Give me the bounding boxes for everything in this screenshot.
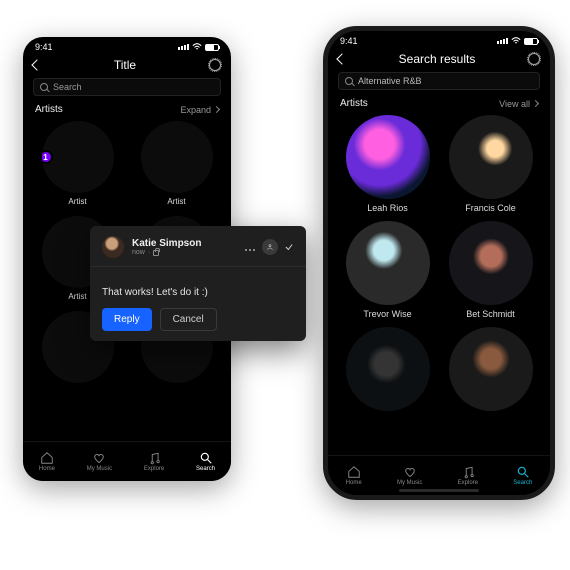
- tab-search[interactable]: Search: [196, 451, 215, 472]
- tab-home[interactable]: Home: [346, 465, 362, 486]
- chevron-right-icon: [532, 100, 539, 107]
- back-button[interactable]: [31, 59, 42, 70]
- avatar[interactable]: [102, 236, 124, 258]
- section-title: Artists: [35, 104, 63, 115]
- search-input[interactable]: Search: [33, 78, 221, 96]
- search-icon: [40, 83, 48, 91]
- home-icon: [40, 451, 54, 465]
- music-note-icon: [147, 451, 161, 465]
- search-icon: [516, 465, 530, 479]
- rank-badge: 1: [42, 150, 53, 164]
- artist-cell[interactable]: Francis Cole: [445, 115, 536, 213]
- artist-cell[interactable]: [342, 327, 433, 415]
- music-note-icon: [461, 465, 475, 479]
- tab-explore[interactable]: Explore: [458, 465, 478, 486]
- artist-cell[interactable]: 1 Artist: [35, 121, 120, 206]
- status-bar: 9:41: [23, 37, 231, 54]
- status-time: 9:41: [35, 42, 53, 52]
- tab-explore[interactable]: Explore: [144, 451, 164, 472]
- resolve-button[interactable]: [284, 242, 294, 252]
- tab-search[interactable]: Search: [513, 465, 532, 486]
- tab-my-music[interactable]: My Music: [397, 465, 422, 486]
- search-icon: [345, 77, 353, 85]
- expand-button[interactable]: Expand: [180, 105, 219, 115]
- tab-bar: Home My Music Explore Search: [23, 441, 231, 481]
- back-button[interactable]: [336, 53, 347, 64]
- avatar: [346, 327, 430, 411]
- tab-my-music[interactable]: My Music: [87, 451, 112, 472]
- avatar: [449, 115, 533, 199]
- status-bar: 9:41: [328, 31, 550, 48]
- cancel-button[interactable]: Cancel: [160, 308, 217, 331]
- comment-author: Katie Simpson: [132, 238, 201, 249]
- battery-icon: [205, 44, 219, 51]
- wifi-icon: [511, 37, 521, 45]
- more-icon[interactable]: [244, 238, 256, 256]
- page-title: Search results: [399, 52, 476, 66]
- heart-icon: [92, 451, 106, 465]
- battery-icon: [524, 38, 538, 45]
- settings-icon[interactable]: [528, 53, 540, 65]
- tab-home[interactable]: Home: [39, 451, 55, 472]
- artist-cell[interactable]: Trevor Wise: [342, 221, 433, 319]
- wifi-icon: [192, 43, 202, 51]
- search-value: Alternative R&B: [358, 76, 422, 86]
- signal-icon: [178, 44, 189, 50]
- status-time: 9:41: [340, 36, 358, 46]
- artist-label: Leah Rios: [367, 203, 408, 213]
- signal-icon: [497, 38, 508, 44]
- avatar: [449, 221, 533, 305]
- artist-label: Bet Schmidt: [466, 309, 515, 319]
- avatar: [449, 327, 533, 411]
- artist-label: Francis Cole: [465, 203, 516, 213]
- artist-cell[interactable]: Leah Rios: [342, 115, 433, 213]
- home-icon: [347, 465, 361, 479]
- phone-right: 9:41 Search results Alternative R&B Arti…: [323, 26, 555, 500]
- comment-card: Katie Simpson now · That works! Let's do…: [90, 226, 306, 341]
- artist-label: Artist: [68, 292, 86, 301]
- artist-cell[interactable]: Bet Schmidt: [445, 221, 536, 319]
- home-indicator[interactable]: [399, 489, 479, 492]
- avatar: [346, 115, 430, 199]
- assign-button[interactable]: [262, 239, 278, 255]
- person-icon: [266, 243, 274, 251]
- section-title: Artists: [340, 98, 368, 109]
- search-icon: [199, 451, 213, 465]
- artist-cell[interactable]: Artist: [134, 121, 219, 206]
- view-all-button[interactable]: View all: [499, 99, 538, 109]
- page-title: Title: [114, 58, 136, 72]
- artist-label: Artist: [68, 197, 86, 206]
- search-input[interactable]: Alternative R&B: [338, 72, 540, 90]
- reply-button[interactable]: Reply: [102, 308, 152, 331]
- settings-icon[interactable]: [209, 59, 221, 71]
- comment-body: That works! Let's do it :): [102, 275, 294, 308]
- search-placeholder: Search: [53, 82, 82, 92]
- comment-meta: now ·: [132, 249, 201, 256]
- artist-label: Trevor Wise: [363, 309, 411, 319]
- avatar: [346, 221, 430, 305]
- artist-cell[interactable]: [445, 327, 536, 415]
- heart-icon: [403, 465, 417, 479]
- lock-icon: [153, 250, 159, 256]
- artist-label: Artist: [167, 197, 185, 206]
- chevron-right-icon: [213, 106, 220, 113]
